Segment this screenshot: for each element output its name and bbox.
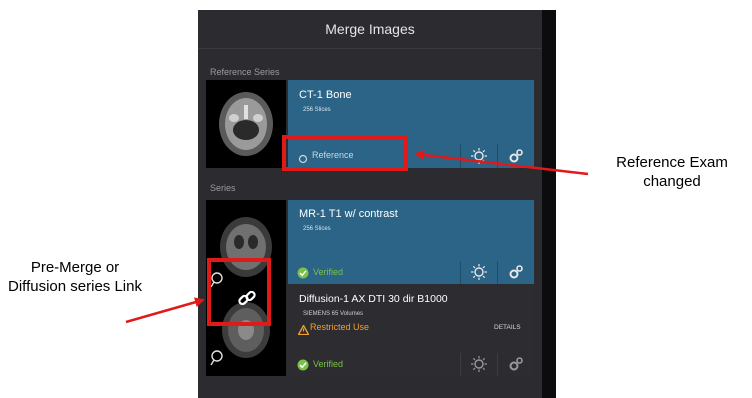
reference-annotation: Reference Exam changed xyxy=(616,154,728,190)
annotation-arrows xyxy=(125,149,589,324)
link-arrow xyxy=(125,297,205,324)
link-annotation: Pre-Merge or Diffusion series Link xyxy=(8,259,142,295)
reference-arrow xyxy=(414,149,589,176)
